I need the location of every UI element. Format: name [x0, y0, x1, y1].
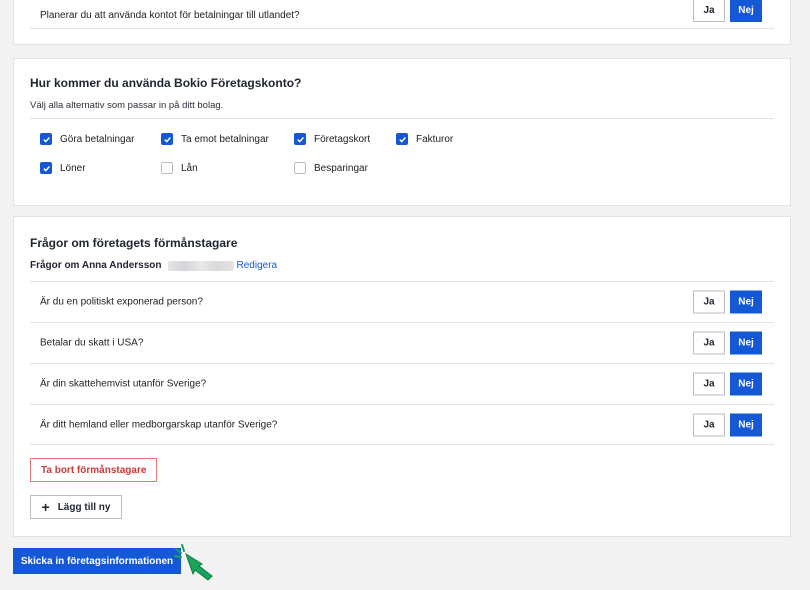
question-text: Är ditt hemland eller medborgarskap utan… — [40, 419, 278, 430]
submit-company-info-button[interactable]: Skicka in företagsinformationen — [13, 548, 181, 574]
question-row-citizenship: Är ditt hemland eller medborgarskap utan… — [30, 404, 774, 445]
yes-button[interactable]: Ja — [693, 290, 725, 314]
no-button[interactable]: Nej — [730, 413, 762, 436]
checkbox-label: Löner — [60, 162, 86, 174]
section-title: Hur kommer du använda Bokio Företagskont… — [30, 76, 302, 90]
checkbox-label: Företagskort — [314, 133, 371, 145]
section-title: Frågor om företagets förmånstagare — [30, 236, 238, 250]
checkbox-empty — [161, 162, 173, 174]
edit-link[interactable]: Redigera — [237, 260, 278, 271]
checkbox-label: Lån — [181, 162, 198, 174]
question-row-tax-residence: Är din skattehemvist utanför Sverige? Ja… — [30, 363, 774, 404]
yes-no-group: Ja Nej — [693, 331, 762, 355]
checkbox-label: Ta emot betalningar — [181, 133, 269, 145]
yes-no-group: Ja Nej — [693, 290, 762, 314]
no-button[interactable]: Nej — [730, 331, 762, 355]
question-row-foreign-payments: Planerar du att använda kontot för betal… — [30, 0, 774, 29]
checkbox-gora-betalningar[interactable]: Göra betalningar — [40, 133, 135, 145]
question-row-pep: Är du en politiskt exponerad person? Ja … — [30, 281, 774, 322]
question-row-usa-tax: Betalar du skatt i USA? Ja Nej — [30, 322, 774, 363]
redacted-id — [167, 260, 234, 271]
plus-icon: + — [41, 499, 50, 515]
hand-pointer-icon — [174, 544, 213, 581]
check-icon — [396, 133, 408, 145]
checkbox-loner[interactable]: Löner — [40, 162, 86, 174]
owner-header: Frågor om Anna Andersson Redigera — [30, 260, 277, 271]
checkbox-ta-emot-betalningar[interactable]: Ta emot betalningar — [161, 133, 269, 145]
divider — [30, 118, 774, 119]
check-icon — [294, 133, 306, 145]
section-subtitle: Välj alla alternativ som passar in på di… — [30, 100, 224, 111]
question-text: Planerar du att använda kontot för betal… — [40, 10, 300, 21]
check-icon — [40, 133, 52, 145]
no-button[interactable]: Nej — [730, 290, 762, 314]
checkbox-fakturor[interactable]: Fakturor — [396, 133, 453, 145]
no-button[interactable]: Nej — [730, 372, 762, 396]
check-icon — [40, 162, 52, 174]
add-beneficiary-button[interactable]: + Lägg till ny — [30, 495, 122, 519]
checkbox-label: Göra betalningar — [60, 133, 135, 145]
yes-button[interactable]: Ja — [693, 331, 725, 355]
remove-beneficiary-button[interactable]: Ta bort förmånstagare — [30, 458, 158, 482]
checkbox-label: Besparingar — [314, 162, 368, 174]
owner-name: Frågor om Anna Andersson — [30, 260, 162, 271]
yes-button[interactable]: Ja — [693, 413, 725, 436]
yes-no-group: Ja Nej — [693, 413, 762, 436]
checkbox-label: Fakturor — [416, 133, 454, 145]
question-text: Betalar du skatt i USA? — [40, 337, 144, 349]
yes-button[interactable]: Ja — [693, 0, 725, 22]
yes-no-group: Ja Nej — [693, 0, 762, 22]
add-button-label: Lägg till ny — [57, 501, 111, 513]
checkbox-besparingar[interactable]: Besparingar — [294, 162, 368, 174]
foreign-payments-card: Planerar du att använda kontot för betal… — [13, 0, 791, 45]
account-usage-card: Hur kommer du använda Bokio Företagskont… — [13, 58, 791, 206]
question-text: Är din skattehemvist utanför Sverige? — [40, 378, 207, 390]
yes-no-group: Ja Nej — [693, 372, 762, 396]
checkbox-empty — [294, 162, 306, 174]
check-icon — [161, 133, 173, 145]
yes-button[interactable]: Ja — [693, 372, 725, 396]
no-button[interactable]: Nej — [730, 0, 762, 22]
checkbox-lan[interactable]: Lån — [161, 162, 198, 174]
question-text: Är du en politiskt exponerad person? — [40, 296, 203, 308]
beneficial-owners-card: Frågor om företagets förmånstagare Frågo… — [13, 216, 791, 537]
checkbox-foretagskort[interactable]: Företagskort — [294, 133, 370, 145]
